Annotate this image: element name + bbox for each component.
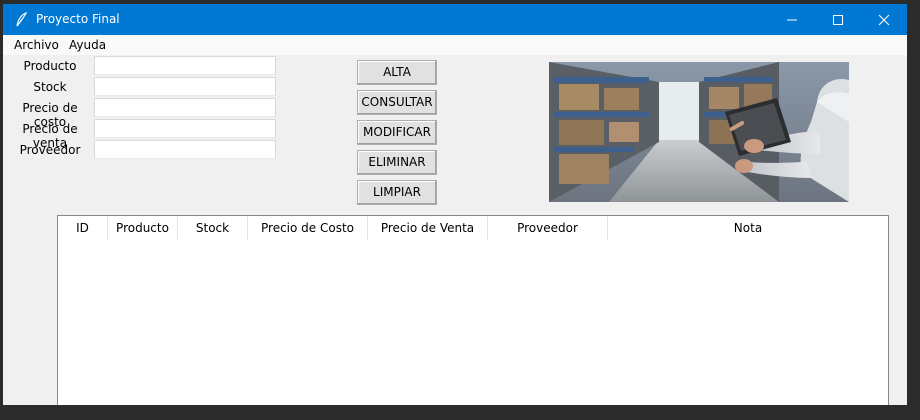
products-table[interactable]: ID Producto Stock Precio de Costo Precio… bbox=[57, 215, 889, 405]
maximize-button[interactable] bbox=[815, 4, 861, 35]
proveedor-label: Proveedor bbox=[19, 143, 81, 157]
modificar-button[interactable]: MODIFICAR bbox=[357, 120, 437, 145]
eliminar-button[interactable]: ELIMINAR bbox=[357, 150, 437, 175]
warehouse-image bbox=[549, 62, 849, 202]
column-header-producto[interactable]: Producto bbox=[108, 216, 178, 240]
title-bar: Proyecto Final bbox=[3, 4, 907, 35]
column-header-precio-venta[interactable]: Precio de Venta bbox=[368, 216, 488, 240]
close-button[interactable] bbox=[861, 4, 907, 35]
stock-field[interactable] bbox=[94, 77, 276, 96]
precio-costo-field[interactable] bbox=[94, 98, 276, 117]
close-icon bbox=[878, 14, 890, 26]
menu-bar: Archivo Ayuda bbox=[3, 35, 907, 55]
column-header-proveedor[interactable]: Proveedor bbox=[488, 216, 608, 240]
producto-label: Producto bbox=[23, 59, 77, 73]
limpiar-button[interactable]: LIMPIAR bbox=[357, 180, 437, 205]
producto-field[interactable] bbox=[94, 56, 276, 75]
table-header: ID Producto Stock Precio de Costo Precio… bbox=[58, 216, 888, 240]
column-header-precio-costo[interactable]: Precio de Costo bbox=[248, 216, 368, 240]
consultar-button[interactable]: CONSULTAR bbox=[357, 90, 437, 115]
alta-button[interactable]: ALTA bbox=[357, 60, 437, 85]
stock-label: Stock bbox=[33, 80, 67, 94]
column-header-nota[interactable]: Nota bbox=[608, 216, 888, 240]
menu-archivo[interactable]: Archivo bbox=[14, 38, 59, 52]
maximize-icon bbox=[833, 15, 843, 25]
precio-venta-field[interactable] bbox=[94, 119, 276, 138]
app-window: Proyecto Final Archivo Ayuda Producto St… bbox=[3, 4, 907, 405]
minimize-button[interactable] bbox=[769, 4, 815, 35]
window-title: Proyecto Final bbox=[36, 12, 120, 26]
menu-ayuda[interactable]: Ayuda bbox=[69, 38, 106, 52]
feather-icon bbox=[15, 11, 29, 27]
minimize-icon bbox=[787, 19, 797, 21]
column-header-stock[interactable]: Stock bbox=[178, 216, 248, 240]
proveedor-field[interactable] bbox=[94, 140, 276, 159]
column-header-id[interactable]: ID bbox=[58, 216, 108, 240]
